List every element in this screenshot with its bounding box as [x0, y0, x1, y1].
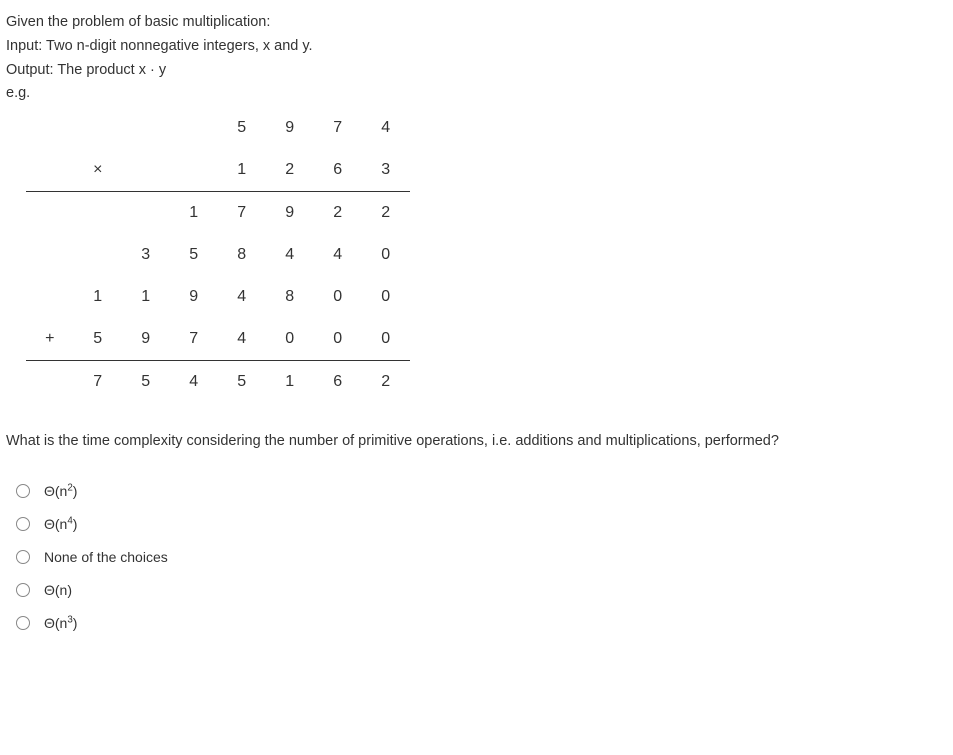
table-row: 7 5 4 5 1 6 2 — [26, 361, 410, 404]
option-theta-n2[interactable]: Θ(n2) — [16, 481, 947, 502]
option-label: Θ(n4) — [44, 514, 77, 535]
table-row: × 1 2 6 3 — [26, 149, 410, 191]
table-row: 3 5 8 4 4 0 — [26, 234, 410, 276]
table-row: 5 9 7 4 — [26, 107, 410, 149]
question-text: What is the time complexity considering … — [6, 431, 947, 453]
radio-theta-n3[interactable] — [16, 616, 30, 630]
option-theta-n4[interactable]: Θ(n4) — [16, 514, 947, 535]
option-none[interactable]: None of the choices — [16, 547, 947, 568]
option-label: Θ(n3) — [44, 613, 77, 634]
radio-theta-n4[interactable] — [16, 517, 30, 531]
multiplication-example: 5 9 7 4 × 1 2 6 3 1 7 9 2 2 3 5 8 4 4 0 … — [26, 107, 410, 403]
problem-line-1: Given the problem of basic multiplicatio… — [6, 12, 947, 34]
option-label: Θ(n2) — [44, 481, 77, 502]
option-theta-n3[interactable]: Θ(n3) — [16, 613, 947, 634]
radio-theta-n[interactable] — [16, 583, 30, 597]
option-label: None of the choices — [44, 547, 168, 568]
example-label: e.g. — [6, 83, 947, 105]
table-row: 1 7 9 2 2 — [26, 192, 410, 235]
problem-statement: Given the problem of basic multiplicatio… — [6, 12, 947, 105]
problem-line-3: Output: The product x · y — [6, 60, 947, 82]
radio-none[interactable] — [16, 550, 30, 564]
option-label: Θ(n) — [44, 580, 72, 601]
answer-options: Θ(n2) Θ(n4) None of the choices Θ(n) Θ(n… — [16, 481, 947, 634]
table-row: + 5 9 7 4 0 0 0 — [26, 318, 410, 360]
option-theta-n[interactable]: Θ(n) — [16, 580, 947, 601]
problem-line-2: Input: Two n-digit nonnegative integers,… — [6, 36, 947, 58]
table-row: 1 1 9 4 8 0 0 — [26, 276, 410, 318]
radio-theta-n2[interactable] — [16, 484, 30, 498]
